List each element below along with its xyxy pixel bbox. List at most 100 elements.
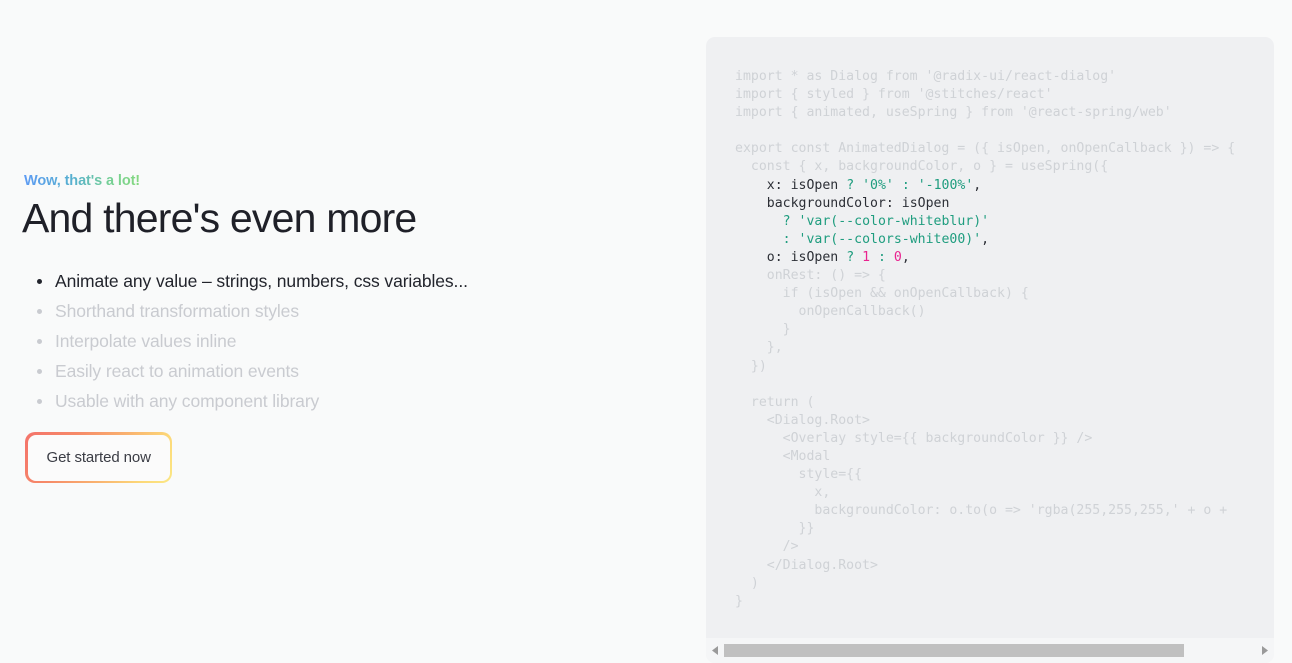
code-token: '-100%' (917, 177, 974, 193)
code-token: , (981, 231, 990, 247)
scrollbar-track[interactable] (724, 644, 1256, 657)
code-line: <Modal (735, 448, 1235, 466)
code-token: </Dialog.Root> (735, 557, 878, 573)
code-token: } (735, 322, 791, 338)
code-line: }, (735, 339, 1235, 357)
code-line: }} (735, 520, 1235, 538)
code-token: }) (735, 358, 767, 374)
code-token: onOpenCallback() (735, 304, 926, 320)
code-token: x (735, 177, 775, 193)
list-item: Shorthand transformation styles (24, 296, 468, 326)
code-token: <Modal (735, 448, 831, 464)
code-token: 'var(--color-whiteblur)' (798, 213, 990, 229)
code-token: } (735, 593, 743, 609)
code-token: style={{ (735, 467, 863, 483)
code-token: import { animated, useSpring } from '@re… (735, 105, 1172, 121)
code-token: ) (735, 575, 759, 591)
code-token: x, (735, 485, 831, 501)
code-line: o: isOpen ? 1 : 0, (735, 249, 1235, 267)
feature-label: Interpolate values inline (55, 331, 237, 351)
feature-label: Animate any value – strings, numbers, cs… (55, 271, 468, 291)
horizontal-scrollbar[interactable] (706, 638, 1274, 663)
code-line: /> (735, 538, 1235, 556)
code-token: backgroundColor (735, 195, 886, 211)
code-line: </Dialog.Root> (735, 557, 1235, 575)
code-token: ? (846, 249, 855, 265)
feature-label: Usable with any component library (55, 391, 320, 411)
code-token: return ( (735, 394, 815, 410)
code-token: 1 (862, 249, 871, 265)
list-item: Interpolate values inline (24, 326, 468, 356)
code-line: }) (735, 358, 1235, 376)
code-token: o (735, 249, 775, 265)
code-line: import { animated, useSpring } from '@re… (735, 104, 1235, 122)
code-token: isOpen (893, 195, 950, 211)
code-token: ? (846, 177, 855, 193)
code-token: , (901, 249, 910, 265)
code-preview-panel: import * as Dialog from '@radix-ui/react… (706, 37, 1274, 663)
code-token: isOpen (782, 177, 847, 193)
scroll-left-icon[interactable] (706, 638, 724, 663)
code-line: onOpenCallback() (735, 303, 1235, 321)
code-token: : (885, 195, 894, 211)
list-item: Animate any value – strings, numbers, cs… (24, 266, 468, 296)
code-line: backgroundColor: isOpen (735, 195, 1235, 213)
code-line: : 'var(--colors-white00)', (735, 231, 1235, 249)
eyebrow-text: Wow, that's a lot! (24, 173, 141, 189)
code-line: import { styled } from '@stitches/react' (735, 86, 1235, 104)
code-token: if (isOpen && onOpenCallback) { (735, 286, 1029, 302)
hero-left-column: Wow, that's a lot! And there's even more… (22, 0, 664, 663)
code-token: : (774, 177, 783, 193)
code-line: <Dialog.Root> (735, 412, 1235, 430)
code-line: <Overlay style={{ backgroundColor }} /> (735, 430, 1235, 448)
code-token: '0%' (862, 177, 894, 193)
code-token: : (878, 249, 886, 265)
code-token: }, (735, 340, 783, 356)
page-title: And there's even more (22, 195, 417, 241)
code-line: } (735, 593, 1235, 611)
get-started-button[interactable]: Get started now (27, 434, 170, 481)
code-line: onRest: () => { (735, 267, 1235, 285)
code-token: <Dialog.Root> (735, 412, 870, 428)
code-line: const { x, backgroundColor, o } = useSpr… (735, 158, 1235, 176)
code-token: backgroundColor: o.to(o => 'rgba(255,255… (735, 503, 1228, 519)
code-token: import { styled } from '@stitches/react' (735, 87, 1053, 103)
code-token: : (901, 177, 910, 193)
feature-list: Animate any value – strings, numbers, cs… (24, 266, 468, 416)
code-token: isOpen (782, 249, 847, 265)
feature-label: Shorthand transformation styles (55, 301, 299, 321)
code-token: import * as Dialog from '@radix-ui/react… (735, 69, 1117, 84)
code-line: x, (735, 484, 1235, 502)
code-token: onRest: () => { (735, 268, 886, 284)
code-line: ) (735, 575, 1235, 593)
code-token: export const AnimatedDialog = ({ isOpen,… (735, 141, 1236, 157)
code-token: const { x, backgroundColor, o } = useSpr… (735, 159, 1109, 175)
scroll-right-icon[interactable] (1256, 638, 1274, 663)
code-token: , (973, 177, 982, 193)
code-line: x: isOpen ? '0%' : '-100%', (735, 177, 1235, 195)
code-token: : (782, 231, 791, 247)
code-line: return ( (735, 394, 1235, 412)
scrollbar-thumb[interactable] (724, 644, 1185, 657)
code-token: : (774, 249, 783, 265)
code-token: }} (735, 521, 815, 537)
code-token: /> (735, 539, 799, 555)
code-line: style={{ (735, 466, 1235, 484)
code-block: import * as Dialog from '@radix-ui/react… (735, 68, 1235, 611)
code-line: } (735, 321, 1235, 339)
code-token: <Overlay style={{ backgroundColor }} /> (735, 430, 1093, 446)
list-item: Usable with any component library (24, 386, 468, 416)
code-scroll-viewport[interactable]: import * as Dialog from '@radix-ui/react… (706, 37, 1274, 638)
list-item: Easily react to animation events (24, 356, 468, 386)
